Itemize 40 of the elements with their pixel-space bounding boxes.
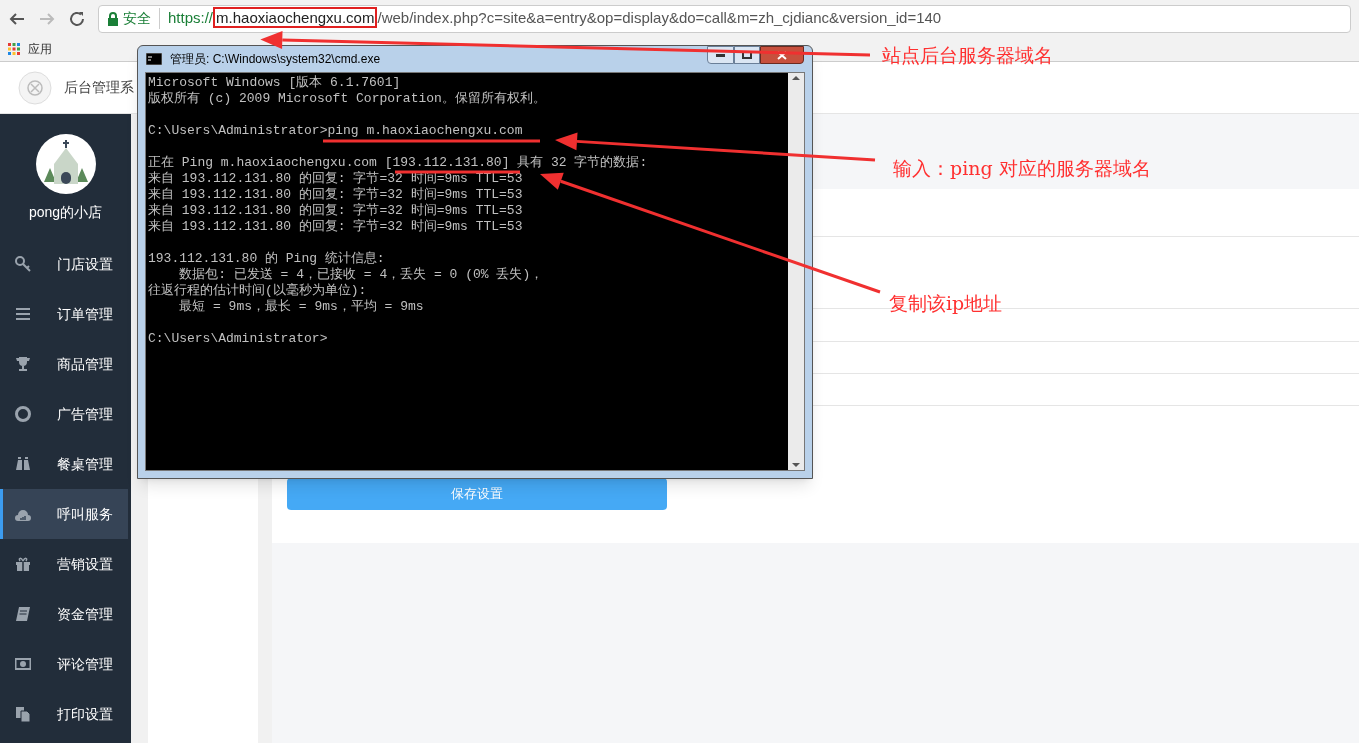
- sidebar-item[interactable]: 评论管理: [0, 639, 131, 689]
- reload-icon[interactable]: [68, 9, 86, 28]
- sidebar-item[interactable]: 门店设置: [0, 239, 131, 289]
- url-text: https:// m.haoxiaochengxu.com /web/index.php?c=site&a=entry&op=display&do=call&m=zh_cjdianc&version_id=140: [167, 7, 942, 30]
- sidebar-item[interactable]: 广告管理: [0, 389, 131, 439]
- copy-icon: [15, 706, 31, 722]
- sidebar-item[interactable]: 餐桌管理: [0, 439, 131, 489]
- maximize-icon: [742, 51, 752, 59]
- address-bar[interactable]: 安全 https:// m.haoxiaochengxu.com /web/index.php?c=site&a=entry&op=display&do=call&m=zh_cjdianc&version_id=140: [98, 4, 1351, 33]
- sidebar-item[interactable]: 商品管理: [0, 339, 131, 389]
- sidebar-item[interactable]: 呼叫服务: [0, 489, 128, 539]
- sidebar-item[interactable]: 资金管理: [0, 589, 131, 639]
- logo-icon: [18, 70, 52, 105]
- apps-grid-icon[interactable]: [8, 43, 20, 55]
- annotation-text: 复制该ip地址: [889, 291, 1003, 316]
- sidebar-item[interactable]: 打印设置: [0, 689, 131, 739]
- annotation-text: 站点后台服务器域名: [882, 43, 1053, 68]
- banknote-icon: [15, 656, 31, 672]
- shop-avatar-drawing: [35, 134, 96, 194]
- secure-label: 安全: [123, 8, 160, 29]
- key-icon: [15, 256, 31, 272]
- bookmark-link[interactable]: 应用: [28, 40, 52, 58]
- gift-icon: [15, 556, 31, 572]
- admin-title: 后台管理系: [64, 78, 134, 97]
- console-output: Microsoft Windows [版本 6.1.7601] 版权所有 (c) 2009 Microsoft Corporation。保留所有权利。 C:\Users\Administrator>ping m.haoxiaochengxu.com 正在 Ping m.haoxiaochengxu.com [193.112.131.80] 具有 32 字节的数据: 来自 193.112.131.80 的回复: 字节=32 时间=9ms TTL=53 来自 193.112.131.80 的回复: 字节=32 时间=9ms TTL=53 来自 193.112.131.80 的回复: 字节=32 时间=9ms TTL=53 来自 193.112.131.80 的回复: 字节=32 时间=9ms TTL=53 193.112.131.80 的 Ping 统计信息: 数据包: 已发送 = 4，已接收 = 4，丢失 = 0 (0% 丢失)， 往返行程的估计时间(以毫秒为单位): 最短 = 9ms，最长 = 9ms，平均 = 9ms C:\Users\Administrator>: [146, 73, 788, 470]
- scroll-down-icon[interactable]: [792, 463, 800, 468]
- lifebuoy-icon: [15, 406, 31, 422]
- annotation-text: 输入：ping 对应的服务器域名: [893, 156, 1151, 181]
- window-title: 管理员: C:\Windows\system32\cmd.exe: [170, 51, 382, 68]
- book-icon: [15, 606, 31, 622]
- binoculars-icon: [15, 456, 31, 472]
- lock-icon: [107, 11, 119, 26]
- scroll-up-icon[interactable]: [792, 75, 800, 80]
- sidebar-item[interactable]: 营销设置: [0, 539, 131, 589]
- list-icon: [15, 306, 31, 322]
- console-icon: [146, 53, 162, 65]
- shop-name: pong的小店: [28, 203, 103, 222]
- sidebar-item[interactable]: 订单管理: [0, 289, 131, 339]
- trophy-icon: [15, 356, 31, 372]
- minimize-icon: [716, 53, 725, 57]
